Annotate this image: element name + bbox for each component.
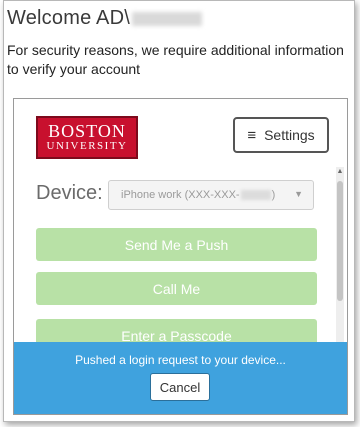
security-message: For security reasons, we require additio…: [7, 42, 344, 77]
cancel-button[interactable]: Cancel: [150, 373, 210, 401]
redacted-username: [131, 11, 202, 26]
device-selected-value: iPhone work (XXX-XXX-: [121, 189, 240, 201]
settings-label: Settings: [264, 127, 315, 143]
device-selected-suffix: ): [271, 189, 276, 201]
call-me-button[interactable]: Call Me: [36, 272, 317, 305]
scroll-thumb[interactable]: [337, 181, 343, 301]
boston-university-logo: BOSTON UNIVERSITY: [36, 116, 138, 159]
logo-line-2: UNIVERSITY: [46, 140, 128, 152]
status-bar: Pushed a login request to your device...…: [14, 342, 347, 414]
welcome-text: Welcome AD\: [7, 7, 130, 29]
duo-frame: BOSTON UNIVERSITY ≡ Settings Device: iPh…: [13, 98, 348, 415]
redacted-phone-digits: [240, 190, 271, 200]
send-push-button[interactable]: Send Me a Push: [36, 228, 317, 261]
hamburger-icon: ≡: [247, 126, 257, 144]
status-message: Pushed a login request to your device...: [75, 353, 286, 367]
device-select[interactable]: iPhone work (XXX-XXX- ) ▼: [108, 180, 314, 210]
device-label: Device:: [36, 182, 103, 204]
logo-line-1: BOSTON: [48, 121, 126, 141]
welcome-heading: Welcome AD\: [7, 7, 202, 30]
auth-dialog: Welcome AD\ For security reasons, we req…: [3, 0, 355, 422]
chevron-down-icon: ▼: [294, 189, 303, 199]
settings-button[interactable]: ≡ Settings: [233, 117, 329, 153]
scroll-up-icon[interactable]: ▲: [336, 167, 344, 177]
